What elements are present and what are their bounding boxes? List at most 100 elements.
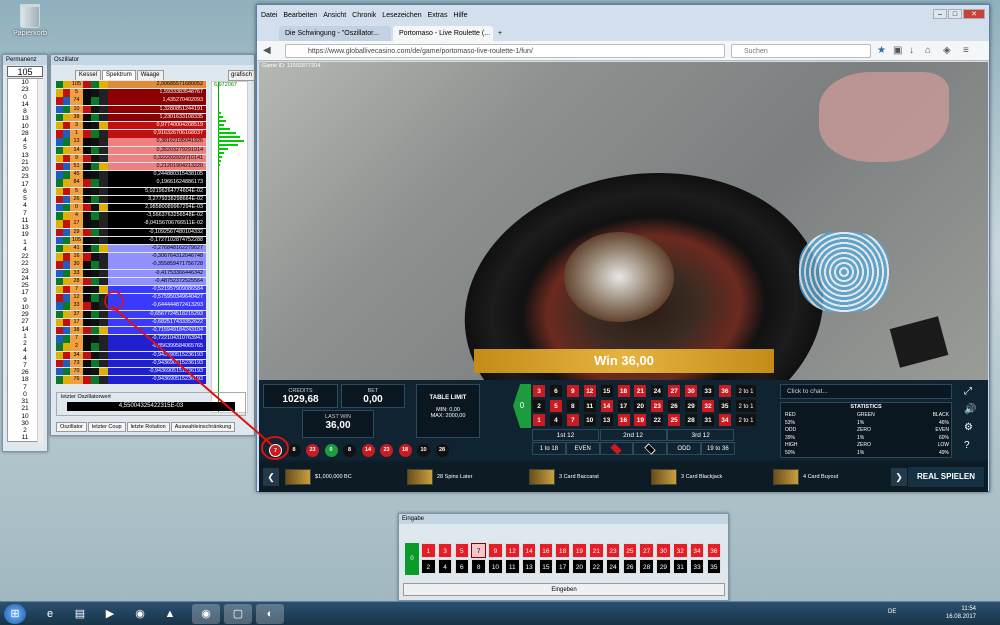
dozen-bet[interactable]: 2nd 12 (599, 429, 667, 441)
bet-number[interactable]: 29 (684, 398, 699, 413)
explorer-icon[interactable]: ▤ (66, 604, 94, 624)
bet-number[interactable]: 31 (701, 413, 715, 428)
input-number[interactable]: 10 (488, 559, 503, 574)
firefox-active-icon[interactable]: ◉ (192, 604, 220, 624)
minimize-button[interactable]: – (933, 9, 947, 19)
scrollbar[interactable] (37, 79, 43, 443)
recycle-bin-icon[interactable]: Papierkorb (8, 4, 52, 37)
chat-input[interactable]: Click to chat... (780, 384, 952, 399)
maximize-button[interactable]: □ (948, 9, 962, 19)
url-bar[interactable]: https://www.globallivecasino.com/de/game… (285, 44, 725, 58)
input-number[interactable]: 35 (706, 559, 722, 574)
tab-waage[interactable]: Waage (136, 70, 164, 80)
bet-number[interactable]: 36 (717, 384, 732, 398)
input-number[interactable]: 32 (673, 543, 688, 558)
even-money-bet[interactable]: EVEN (565, 442, 600, 455)
bet-number[interactable]: 7 (565, 413, 580, 428)
tab-spektrum[interactable]: Spektrum (102, 70, 136, 80)
black-diamond-icon[interactable] (633, 442, 668, 455)
real-play-button[interactable]: REAL SPIELEN (908, 467, 984, 487)
input-number[interactable]: 29 (656, 559, 671, 574)
menu-item[interactable]: Extras (428, 12, 448, 19)
input-number[interactable]: 9 (488, 543, 503, 558)
even-money-bet[interactable]: ODD (667, 442, 701, 455)
bottom-tab[interactable]: letzter Coup (87, 422, 126, 432)
bet-number[interactable]: 11 (582, 398, 597, 413)
input-number[interactable]: 22 (589, 559, 604, 574)
input-number[interactable]: 30 (656, 543, 671, 558)
bet-number[interactable]: 15 (599, 384, 614, 398)
bet-number[interactable]: 17 (616, 398, 631, 413)
even-money-bet[interactable]: 19 to 36 (701, 442, 735, 455)
input-number[interactable]: 11 (505, 559, 520, 574)
sound-icon[interactable]: 🔊 (964, 404, 976, 415)
bottom-tab[interactable]: letzte Rotation (126, 422, 170, 432)
input-number[interactable]: 28 (639, 559, 654, 574)
bet-number[interactable]: 12 (582, 384, 597, 398)
input-number[interactable]: 3 (437, 543, 453, 558)
column-bet[interactable]: 2 to 1 (735, 384, 757, 398)
browser-window[interactable]: Datei Bearbeiten Ansicht Chronik Lesezeichen… (256, 4, 990, 492)
strip-prev-button[interactable]: ❮ (263, 468, 279, 486)
search-input[interactable]: Suchen (731, 44, 871, 58)
bet-number[interactable]: 6 (548, 384, 563, 398)
bet-number[interactable]: 19 (633, 413, 648, 428)
bet-number[interactable]: 25 (667, 413, 682, 428)
firefox-icon[interactable]: ◉ (126, 604, 154, 624)
help-icon[interactable]: ? (964, 440, 970, 451)
input-number[interactable]: 5 (454, 543, 470, 558)
app-icon[interactable]: ◐ (256, 604, 284, 624)
betting-board[interactable]: 0 3 2 1 6 5 4 9 8 7 12 11 10 15 14 13 18 17 16 21 20 19 24 23 2… (513, 384, 757, 455)
column-bet[interactable]: 2 to 1 (735, 398, 757, 413)
input-number[interactable]: 12 (505, 543, 520, 558)
clock[interactable]: 11:54 16.08.2017 (946, 605, 976, 621)
menu-item[interactable]: Bearbeiten (283, 12, 317, 19)
input-number[interactable]: 15 (538, 559, 554, 574)
language-indicator[interactable]: DE (888, 609, 896, 615)
input-number[interactable]: 14 (521, 543, 537, 558)
dozen-bet[interactable]: 1st 12 (532, 429, 599, 441)
bet-number[interactable]: 33 (701, 384, 715, 398)
eingeben-button[interactable]: Eingeben (403, 583, 725, 596)
even-money-bet[interactable]: 1 to 18 (532, 442, 566, 455)
input-number[interactable]: 8 (471, 559, 486, 574)
red-diamond-icon[interactable] (599, 442, 634, 455)
menu-icon[interactable]: ≡ (963, 44, 969, 58)
bet-number[interactable]: 13 (599, 413, 614, 428)
close-button[interactable]: ✕ (963, 9, 985, 19)
input-number[interactable]: 25 (622, 543, 638, 558)
tab-oszillator[interactable]: Die Schwingung - "Oszillator... (279, 26, 391, 41)
bet-number[interactable]: 18 (616, 384, 631, 398)
media-icon[interactable]: ▶ (96, 604, 124, 624)
bet-number[interactable]: 35 (717, 398, 732, 413)
dozen-bet[interactable]: 3rd 12 (667, 429, 735, 441)
input-number[interactable]: 26 (622, 559, 638, 574)
menu-item[interactable]: Lesezeichen (382, 12, 421, 19)
app-window-icon[interactable]: ▢ (224, 604, 252, 624)
input-number[interactable]: 24 (605, 559, 621, 574)
bet-number[interactable]: 23 (650, 398, 665, 413)
input-number[interactable]: 4 (437, 559, 453, 574)
input-number[interactable]: 7 (471, 543, 486, 558)
input-number[interactable]: 13 (521, 559, 537, 574)
ie-icon[interactable]: e (36, 604, 64, 624)
bottom-tab[interactable]: Auswahleinschränkung (170, 422, 236, 432)
input-number[interactable]: 20 (572, 559, 587, 574)
bet-number[interactable]: 9 (565, 384, 580, 398)
new-tab-button[interactable]: + (495, 26, 509, 41)
input-number[interactable]: 36 (706, 543, 722, 558)
input-number[interactable]: 17 (555, 559, 570, 574)
clipboard-icon[interactable]: ▣ (893, 44, 902, 58)
permanenz-input[interactable]: 105 (7, 66, 43, 77)
game-thumb[interactable]: 3 Card Baccarat (529, 469, 599, 485)
bet-number[interactable]: 4 (548, 413, 563, 428)
bottom-tab[interactable]: Oszillator (56, 422, 87, 432)
bet-number[interactable]: 2 (532, 398, 546, 413)
input-board[interactable]: 0 1 3 5 7 9 12 14 16 18 19 21 23 25 27 30 32 34 36 2 4 6 8 10 1… (405, 543, 723, 576)
eingabe-window[interactable]: Eingabe 0 1 3 5 7 9 12 14 16 18 19 21 23 25 27 30 32 34 3… (398, 513, 729, 601)
back-icon[interactable]: ◀ (263, 44, 271, 58)
zero-cell[interactable]: 0 (513, 384, 531, 428)
fullscreen-icon[interactable]: ⤢ (964, 386, 972, 397)
input-number[interactable]: 21 (589, 543, 604, 558)
bet-number[interactable]: 10 (582, 413, 597, 428)
